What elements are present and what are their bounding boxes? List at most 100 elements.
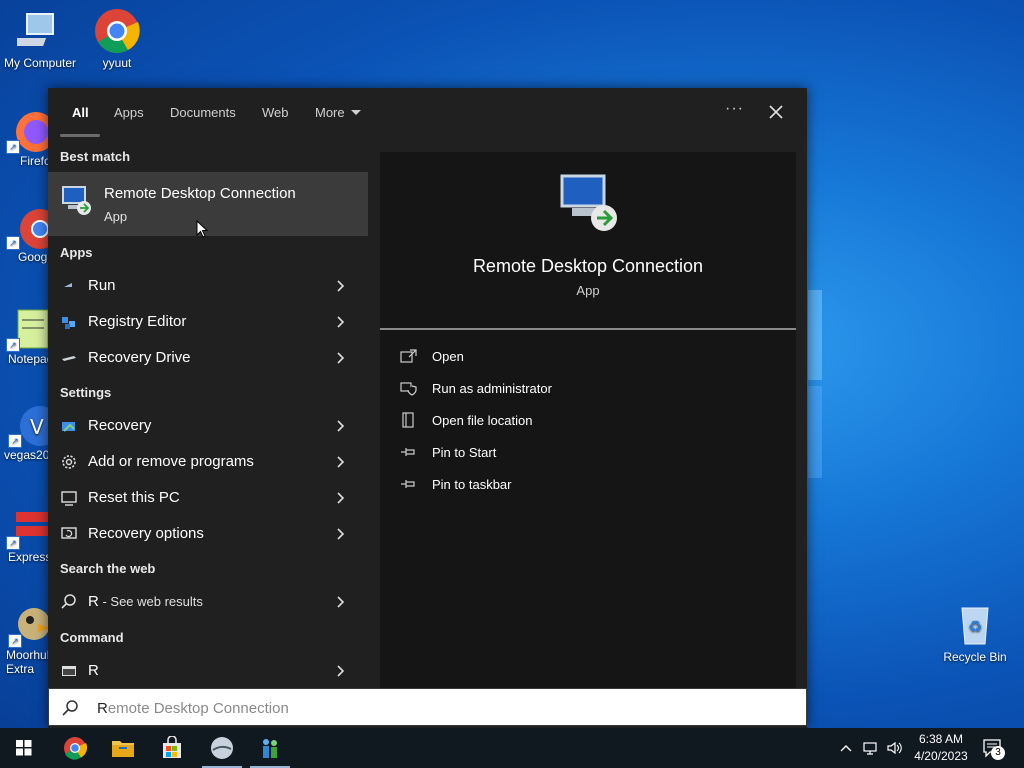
- desktop-icon-label: Google Chrome: [18, 250, 48, 264]
- taskbar-app-open[interactable]: [198, 728, 246, 768]
- action-label: Open file location: [432, 413, 533, 428]
- search-icon: [60, 593, 78, 611]
- section-best-match: Best match: [60, 149, 131, 164]
- detail-subtitle: App: [576, 283, 600, 298]
- tab-more-label: More: [315, 105, 345, 120]
- shortcut-arrow-icon: ↗: [6, 338, 20, 352]
- pin-icon: [400, 444, 418, 460]
- desktop-icon-moorhuhn[interactable]: ↗ Moorhuhn Kart Extra: [4, 602, 48, 676]
- close-icon[interactable]: [766, 102, 786, 122]
- search-box[interactable]: Remote Desktop Connection: [48, 688, 807, 726]
- desktop-icon-yyuut[interactable]: yyuut: [77, 8, 157, 70]
- desktop-icon-notepad[interactable]: ↗ Notepad: [6, 306, 48, 366]
- result-recovery[interactable]: Recovery: [48, 408, 368, 444]
- windows-logo-icon: [16, 740, 32, 761]
- result-reset-this-pc[interactable]: Reset this PC: [48, 480, 368, 516]
- taskbar-store[interactable]: [148, 728, 196, 768]
- clock[interactable]: 6:38 AM 4/20/2023: [910, 731, 972, 765]
- chevron-right-icon[interactable]: [336, 455, 346, 468]
- taskbar-remote-desktop[interactable]: [246, 728, 294, 768]
- tab-documents[interactable]: Documents: [170, 105, 236, 120]
- notepad-icon: ↗: [6, 306, 48, 352]
- start-button[interactable]: [0, 728, 48, 768]
- action-label: Run as administrator: [432, 381, 552, 396]
- result-command-r[interactable]: R: [48, 653, 368, 689]
- result-label: Registry Editor: [88, 313, 187, 330]
- section-command: Command: [60, 630, 124, 645]
- web-suffix: - See web results: [98, 594, 203, 609]
- result-label: Run: [88, 277, 116, 294]
- desktop-icon-google-chrome[interactable]: ↗ Google Chrome: [6, 204, 48, 264]
- drive-icon: [60, 349, 78, 367]
- result-web-search[interactable]: R - See web results: [48, 584, 368, 620]
- best-match-item[interactable]: Remote Desktop Connection App: [48, 172, 368, 238]
- chevron-right-icon[interactable]: [336, 664, 346, 677]
- desktop-icon-label: vegas20 - Short: [4, 448, 48, 462]
- action-run-as-administrator[interactable]: Run as administrator: [400, 378, 700, 402]
- result-run[interactable]: Run: [48, 268, 368, 304]
- caret-down-icon: [350, 110, 361, 115]
- result-recovery-drive[interactable]: Recovery Drive: [48, 340, 368, 376]
- chevron-right-icon[interactable]: [336, 419, 346, 432]
- result-label: Reset this PC: [88, 489, 180, 506]
- detail-pane: Remote Desktop Connection App Open Run a…: [380, 152, 796, 688]
- run-icon: [60, 277, 78, 295]
- pin-icon: [400, 476, 418, 492]
- desktop-icon-label: My Computer: [3, 56, 77, 70]
- chevron-up-icon[interactable]: [838, 740, 854, 756]
- search-icon: [61, 699, 79, 717]
- desktop-icon-my-computer[interactable]: My Computer: [0, 8, 80, 70]
- result-label: R - See web results: [88, 593, 203, 610]
- action-open[interactable]: Open: [400, 346, 700, 370]
- network-icon[interactable]: [862, 740, 878, 756]
- chevron-right-icon[interactable]: [336, 315, 346, 328]
- action-label: Pin to Start: [432, 445, 497, 460]
- express-icon: ↗: [6, 504, 48, 550]
- detail-divider: [380, 328, 796, 330]
- file-location-icon: [400, 412, 418, 428]
- autocomplete-suggestion: emote Desktop Connection: [107, 700, 289, 717]
- result-add-remove-programs[interactable]: Add or remove programs: [48, 444, 368, 480]
- shortcut-arrow-icon: ↗: [6, 536, 20, 550]
- tab-apps[interactable]: Apps: [114, 105, 144, 120]
- wallpaper-light: [808, 290, 822, 380]
- reset-pc-icon: [60, 489, 78, 507]
- action-pin-to-taskbar[interactable]: Pin to taskbar: [400, 474, 700, 498]
- typed-text: R: [97, 700, 108, 717]
- notification-center-icon[interactable]: 3: [982, 738, 1006, 760]
- tab-more[interactable]: More: [315, 105, 361, 120]
- result-label: Add or remove programs: [88, 453, 254, 470]
- result-recovery-options[interactable]: Recovery options: [48, 516, 368, 552]
- chrome-icon: [94, 8, 140, 54]
- volume-icon[interactable]: [886, 740, 902, 756]
- result-label: R: [88, 662, 99, 679]
- chevron-right-icon[interactable]: [336, 279, 346, 292]
- people-icon: [258, 736, 282, 765]
- desktop-icon-firefox[interactable]: ↗ Firefox: [6, 108, 54, 168]
- recycle-bin-icon: ♻: [952, 602, 998, 648]
- result-registry-editor[interactable]: Registry Editor: [48, 304, 368, 340]
- chevron-right-icon[interactable]: [336, 351, 346, 364]
- action-label: Open: [432, 349, 464, 364]
- taskbar-chrome[interactable]: [51, 728, 99, 768]
- notification-count: 3: [991, 746, 1005, 760]
- chevron-right-icon[interactable]: [336, 491, 346, 504]
- desktop-icon-vegas[interactable]: V ↗ vegas20 - Short: [4, 402, 48, 462]
- chevron-right-icon[interactable]: [336, 595, 346, 608]
- action-open-file-location[interactable]: Open file location: [400, 410, 700, 434]
- vegas-icon: V ↗: [8, 402, 48, 448]
- chevron-right-icon[interactable]: [336, 527, 346, 540]
- remote-desktop-icon: [60, 184, 92, 216]
- taskbar-file-explorer[interactable]: [99, 728, 147, 768]
- remote-desktop-icon: [558, 172, 620, 234]
- desktop-icon-recycle-bin[interactable]: ♻ Recycle Bin: [935, 602, 1015, 664]
- more-options-icon[interactable]: ···: [725, 100, 744, 118]
- desktop-icon-express[interactable]: ↗ Express: [6, 504, 48, 564]
- tab-all[interactable]: All: [72, 105, 89, 120]
- shield-icon: [400, 380, 418, 396]
- action-pin-to-start[interactable]: Pin to Start: [400, 442, 700, 466]
- tab-web[interactable]: Web: [262, 105, 289, 120]
- taskbar: 6:38 AM 4/20/2023 3: [0, 728, 1024, 768]
- shortcut-arrow-icon: ↗: [6, 236, 20, 250]
- section-apps: Apps: [60, 245, 93, 260]
